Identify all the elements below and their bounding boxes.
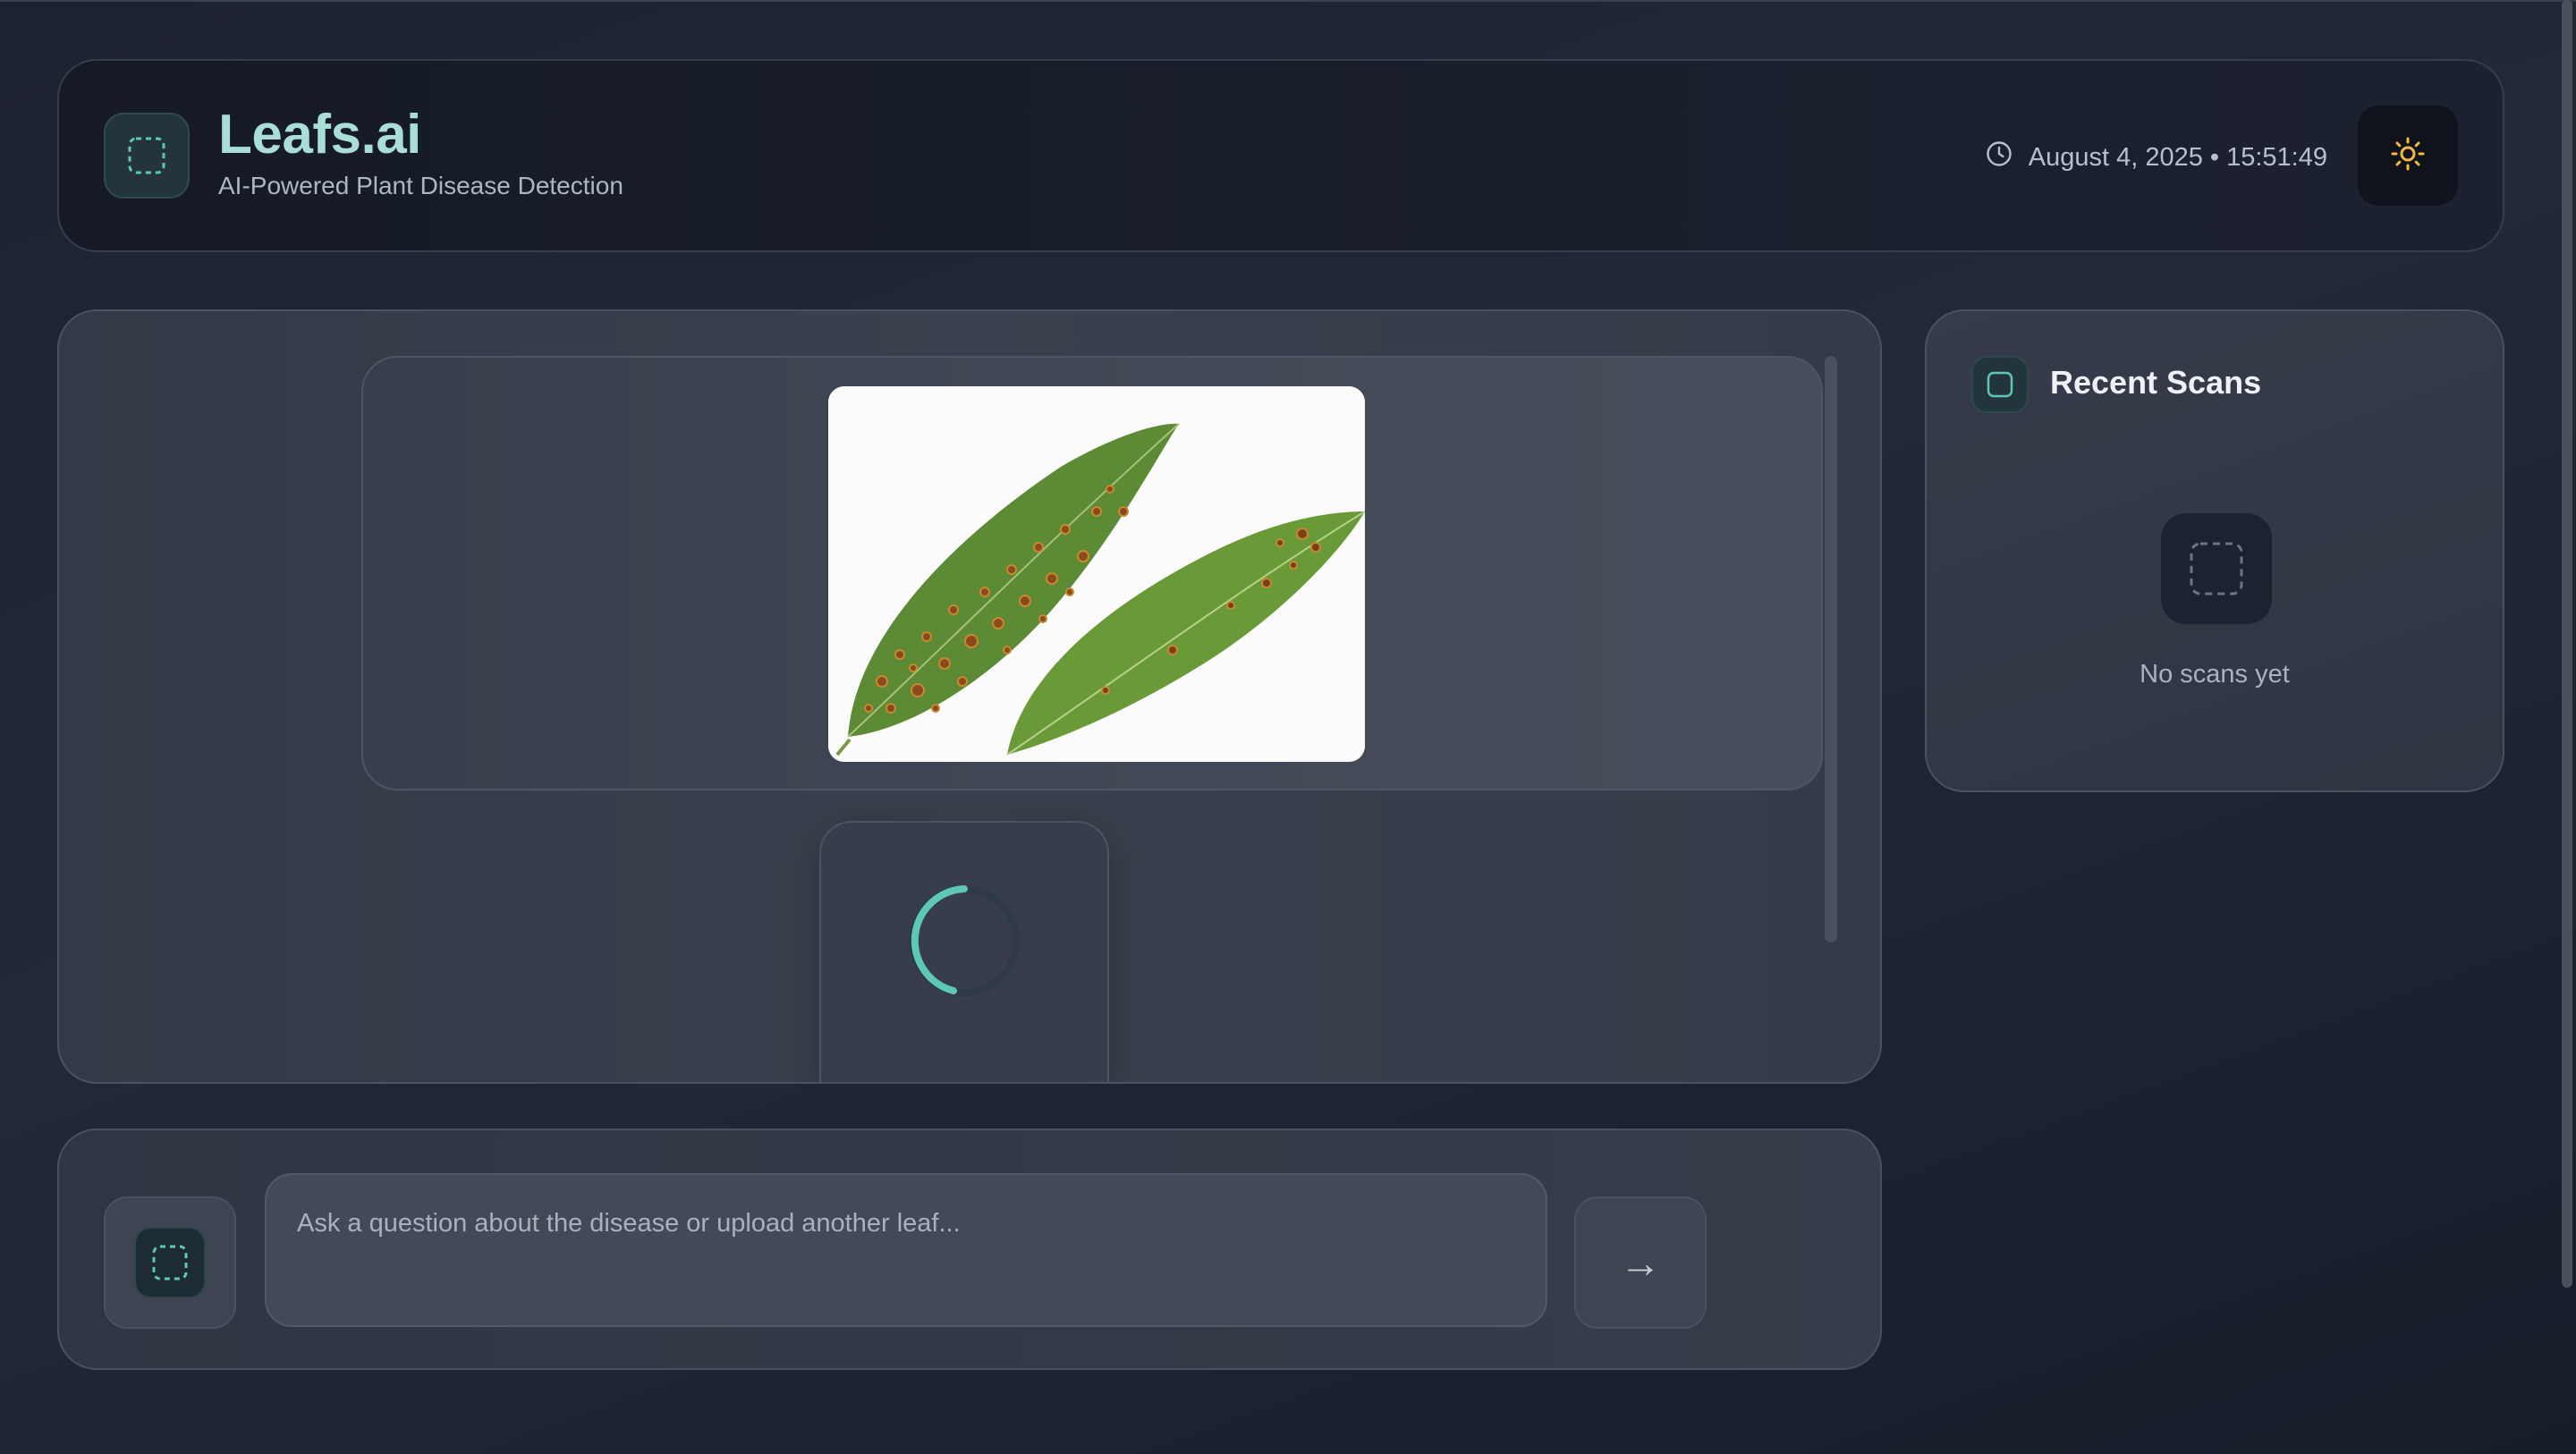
- history-icon: [1971, 356, 2029, 413]
- chat-panel: [57, 309, 1882, 1084]
- datetime-text: August 4, 2025 • 15:51:49: [2028, 142, 2327, 172]
- question-input[interactable]: [265, 1173, 1547, 1327]
- leaf-logo-icon: [104, 113, 190, 199]
- empty-scans-text: No scans yet: [2140, 660, 2290, 689]
- app-title: Leafs.ai: [218, 104, 421, 165]
- sun-icon: [2390, 136, 2426, 176]
- composer-bar: →: [57, 1129, 1882, 1370]
- datetime-display: August 4, 2025 • 15:51:49: [1986, 141, 2327, 173]
- empty-scans-icon: [2161, 513, 2272, 624]
- app-subtitle: AI-Powered Plant Disease Detection: [218, 172, 623, 199]
- chat-scrollbar[interactable]: [1825, 356, 1837, 943]
- send-button[interactable]: →: [1574, 1196, 1707, 1329]
- analysis-loading-card: [819, 821, 1109, 1082]
- recent-scans-panel: Recent Scans No scans yet: [1925, 309, 2504, 792]
- app-header: Leafs.ai AI-Powered Plant Disease Detect…: [57, 59, 2504, 252]
- upload-icon: [134, 1227, 206, 1298]
- arrow-right-icon: →: [1620, 1239, 1661, 1286]
- recent-scans-title: Recent Scans: [2050, 364, 2262, 401]
- upload-leaf-button[interactable]: [104, 1196, 236, 1329]
- loading-spinner-icon: [903, 880, 1025, 1082]
- uploaded-leaf-image[interactable]: [828, 386, 1365, 762]
- theme-toggle-button[interactable]: [2358, 106, 2458, 206]
- window-top-border: [0, 0, 2576, 2]
- page-scrollbar[interactable]: [2562, 0, 2572, 1288]
- uploaded-image-message: [361, 356, 1823, 790]
- clock-icon: [1986, 140, 2012, 174]
